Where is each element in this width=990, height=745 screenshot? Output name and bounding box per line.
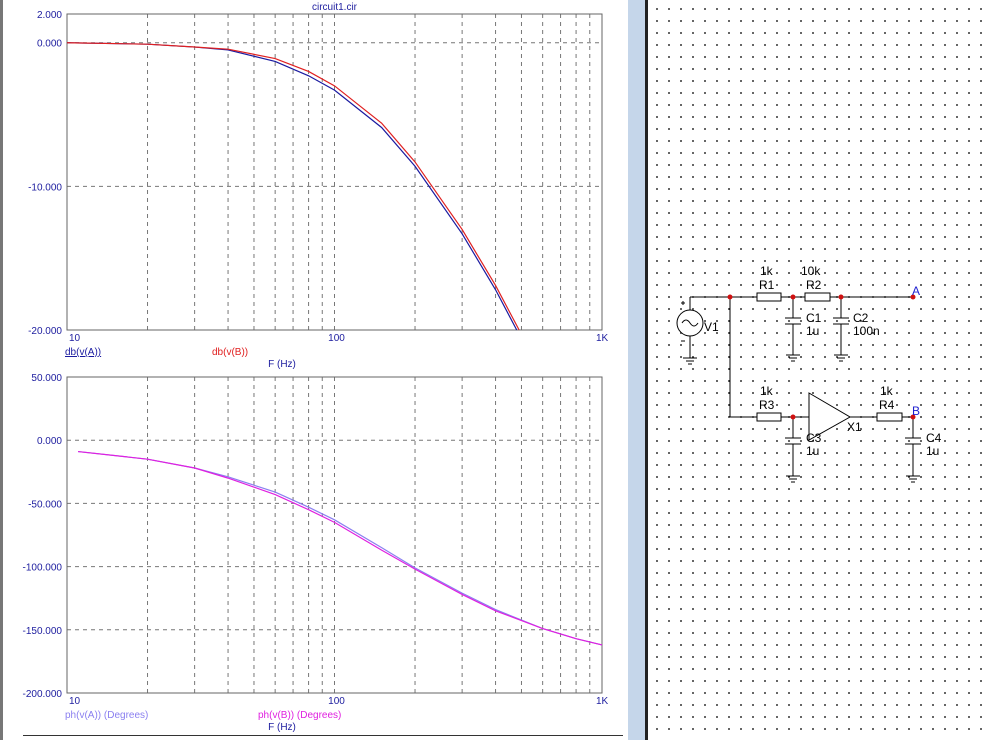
node-dot	[790, 294, 796, 300]
r4-ref: R4	[879, 398, 895, 412]
plots-canvas: 2.000 0.000 -10.000 -20.000 10 100 1K circuit1.…	[23, 2, 609, 733]
schematic-canvas: 1k R1 10k R2 V1 C1 1u C2 100n 1k R3 C3 1…	[676, 264, 942, 483]
c2-value: 100n	[853, 324, 880, 338]
y-tick-label: 50.000	[31, 373, 62, 384]
plot-window: 2.000 0.000 -10.000 -20.000 10 100 1K circuit1.…	[0, 0, 628, 740]
x-axis-label: F (Hz)	[268, 359, 296, 370]
y-tick-label: -100.000	[23, 563, 63, 574]
plot-frame	[66, 376, 603, 694]
y-tick-label: -200.000	[23, 689, 63, 700]
plot-frame	[66, 13, 603, 331]
v1-ref: V1	[704, 320, 719, 334]
c3-value: 1u	[806, 444, 819, 458]
y-tick-label: -50.000	[28, 499, 62, 510]
x-tick-label: 1K	[596, 696, 609, 707]
series-line-1	[78, 450, 603, 646]
bottom-scrollbar[interactable]	[23, 735, 623, 741]
legend-entry: db(v(A))	[65, 347, 101, 358]
r3-value: 1k	[760, 384, 774, 398]
y-tick-label: -10.000	[28, 182, 62, 193]
r1-value: 1k	[760, 264, 774, 278]
c4-ref: C4	[926, 431, 942, 445]
x-tick-label: 10	[69, 333, 81, 344]
x1-ref: X1	[847, 420, 862, 434]
y-tick-label: -20.000	[28, 326, 62, 337]
c1-ref: C1	[806, 311, 822, 325]
series-line-0	[78, 450, 603, 646]
x-tick-label: 100	[328, 333, 345, 344]
c4-value: 1u	[926, 444, 939, 458]
r2-value: 10k	[801, 264, 821, 278]
resistor-r3	[756, 412, 782, 422]
c3-ref: C3	[806, 431, 822, 445]
y-tick-label: 0.000	[37, 39, 62, 50]
resistor-r4	[876, 412, 903, 422]
r3-ref: R3	[759, 398, 775, 412]
x-axis-label: F (Hz)	[268, 722, 296, 733]
node-label-b: B	[912, 404, 920, 418]
x-tick-label: 100	[328, 696, 345, 707]
c1-value: 1u	[806, 324, 819, 338]
x-tick-label: 1K	[596, 333, 609, 344]
x-tick-label: 10	[69, 696, 81, 707]
r4-value: 1k	[880, 384, 894, 398]
resistor-r2	[804, 292, 831, 302]
y-tick-label: -150.000	[23, 626, 63, 637]
node-dot	[727, 294, 733, 300]
node-dot	[838, 294, 844, 300]
node-dot	[790, 414, 796, 420]
c2-ref: C2	[853, 311, 869, 325]
resistor-r1	[756, 292, 782, 302]
y-tick-label: 2.000	[37, 10, 62, 21]
splitter[interactable]	[628, 0, 648, 740]
schematic-editor[interactable]: 1k R1 10k R2 V1 C1 1u C2 100n 1k R3 C3 1…	[648, 0, 990, 740]
r2-ref: R2	[806, 278, 822, 292]
r1-ref: R1	[759, 278, 775, 292]
legend-entry: ph(v(B)) (Degrees)	[258, 710, 341, 721]
legend-entry: db(v(B))	[212, 347, 248, 358]
node-label-a: A	[912, 284, 920, 298]
legend-entry: ph(v(A)) (Degrees)	[65, 710, 148, 721]
y-tick-label: 0.000	[37, 436, 62, 447]
chart-title: circuit1.cir	[312, 2, 358, 13]
